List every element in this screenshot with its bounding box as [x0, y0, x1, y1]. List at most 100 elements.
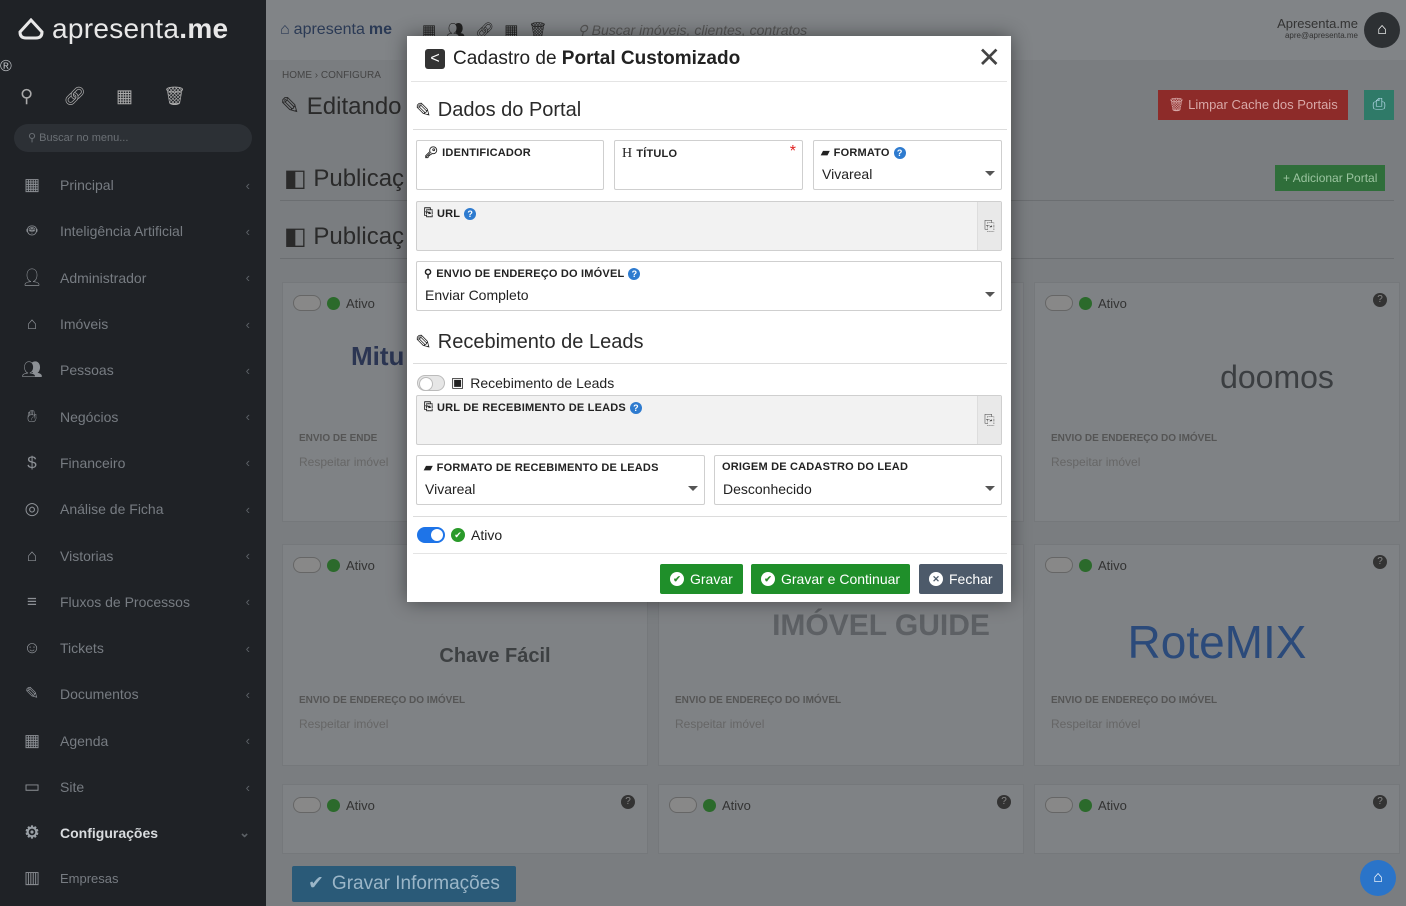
- sidebar-tools: ⚲ 🔗︎ ▦ 🗑︎: [0, 76, 266, 116]
- divider: [413, 516, 1007, 517]
- toggle-switch[interactable]: [1045, 797, 1073, 813]
- toggle-switch[interactable]: [293, 295, 321, 311]
- url-field[interactable]: ⎘ URL? ⎘: [416, 201, 1002, 251]
- envio-value: Enviar Completo: [425, 287, 529, 303]
- trash-icon[interactable]: 🗑︎: [163, 86, 186, 107]
- formato-leads-value: Vivareal: [425, 481, 476, 497]
- sidebar-search-placeholder: Buscar no menu...: [39, 132, 129, 144]
- help-icon[interactable]: ?: [1373, 293, 1387, 307]
- avatar[interactable]: ⌂: [1364, 12, 1400, 48]
- help-icon[interactable]: ?: [629, 401, 642, 414]
- toggle-switch[interactable]: [669, 797, 697, 813]
- toggle-switch[interactable]: [1045, 295, 1073, 311]
- url-leads-field[interactable]: ⎘ URL DE RECEBIMENTO DE LEADS? ⎘: [416, 395, 1002, 445]
- breadcrumb[interactable]: HOME › CONFIGURA: [282, 70, 381, 81]
- active-toggle[interactable]: Ativo: [1045, 797, 1127, 813]
- people-icon: 👥︎: [21, 360, 43, 380]
- help-icon[interactable]: ?: [628, 267, 641, 280]
- save-continue-button[interactable]: ✔ Gravar e Continuar: [751, 564, 911, 594]
- user-info[interactable]: Apresenta.me apre@apresenta.me: [1277, 16, 1358, 40]
- portal-card[interactable]: Ativo ?: [658, 784, 1024, 854]
- save-info-button[interactable]: ✔ Gravar Informações: [292, 866, 516, 902]
- active-toggle[interactable]: [417, 527, 445, 543]
- origem-lead-select[interactable]: ORIGEM DE CADASTRO DO LEAD Desconhecido: [714, 455, 1002, 505]
- portal-logo: IMÓVEL GUIDE: [772, 609, 990, 642]
- sidebar-item-documentos[interactable]: ✎ Documentos ‹: [0, 671, 266, 717]
- topbar-brand[interactable]: ⌂ apresenta me: [280, 21, 392, 39]
- sidebar-item-negocios[interactable]: ✋︎ Negócios ‹: [0, 393, 266, 439]
- origem-value: Desconhecido: [723, 481, 812, 497]
- sidebar-search-input[interactable]: ⚲ Buscar no menu...: [14, 124, 252, 152]
- check-circle-icon: [1079, 798, 1092, 812]
- leads-toggle[interactable]: [417, 374, 445, 391]
- active-toggle[interactable]: Ativo: [293, 557, 375, 573]
- active-label: Ativo: [346, 557, 375, 573]
- sidebar-item-vistorias[interactable]: ⌂ Vistorias ‹: [0, 532, 266, 578]
- copy-button[interactable]: ⎘: [977, 396, 1001, 444]
- clear-cache-label: Limpar Cache dos Portais: [1188, 97, 1338, 112]
- save-button[interactable]: ✔ Gravar: [660, 564, 743, 594]
- active-label: Ativo: [722, 797, 751, 813]
- chevron-down-icon: [985, 171, 995, 176]
- sidebar-item-fluxos[interactable]: ≡ Fluxos de Processos ‹: [0, 579, 266, 625]
- building-icon: ▥: [23, 868, 41, 888]
- print-button[interactable]: ⎙: [1364, 90, 1394, 120]
- sidebar-item-imoveis[interactable]: ⌂ Imóveis ‹: [0, 301, 266, 347]
- envio-endereco-select[interactable]: ⚲ ENVIO DE ENDEREÇO DO IMÓVEL? Enviar Com…: [416, 261, 1002, 311]
- gears-icon: ⚙: [24, 823, 40, 843]
- apresenta-logo-icon: [18, 18, 44, 40]
- portal-card[interactable]: Ativo ?: [1034, 784, 1400, 854]
- active-label: Ativo: [1098, 557, 1127, 573]
- close-icon[interactable]: ✕: [978, 44, 1001, 72]
- toggle-switch[interactable]: [1045, 557, 1073, 573]
- sidebar-item-label: Agenda: [60, 732, 109, 749]
- portal-logo: RoteMIX: [1127, 616, 1307, 668]
- search-icon[interactable]: ⚲: [20, 86, 33, 107]
- copy-button[interactable]: ⎘: [977, 202, 1001, 250]
- formato-select[interactable]: ▰ FORMATO? Vivareal: [813, 140, 1002, 190]
- calendar-icon[interactable]: ▦: [116, 86, 133, 107]
- sidebar-item-tickets[interactable]: ☺ Tickets ‹: [0, 625, 266, 671]
- sidebar-item-configuracoes[interactable]: ⚙ Configurações ⌄: [0, 810, 266, 856]
- help-icon[interactable]: ?: [1373, 555, 1387, 569]
- active-toggle[interactable]: Ativo: [293, 295, 375, 311]
- portal-card[interactable]: Ativo ? RoteMIX ENVIO DE ENDEREÇO DO IMÓ…: [1034, 544, 1400, 766]
- formato-leads-select[interactable]: ▰ FORMATO DE RECEBIMENTO DE LEADS Vivarea…: [416, 455, 705, 505]
- clear-cache-button[interactable]: 🗑︎ Limpar Cache dos Portais: [1158, 90, 1348, 120]
- close-button[interactable]: ✕ Fechar: [919, 564, 1003, 594]
- help-icon[interactable]: ?: [464, 207, 477, 220]
- toggle-switch[interactable]: [293, 797, 321, 813]
- sidebar-item-ia[interactable]: 🤖︎ Inteligência Artificial ‹: [0, 208, 266, 254]
- titulo-field[interactable]: H TÍTULO *: [614, 140, 803, 190]
- sidebar-item-pessoas[interactable]: 👥︎ Pessoas ‹: [0, 347, 266, 393]
- chevron-left-icon: ‹: [245, 548, 250, 564]
- toggle-switch[interactable]: [293, 557, 321, 573]
- sidebar-item-financeiro[interactable]: $ Financeiro ‹: [0, 440, 266, 486]
- sidebar-item-principal[interactable]: ▦ Principal ‹: [0, 162, 266, 208]
- help-icon[interactable]: ?: [1373, 795, 1387, 809]
- active-toggle[interactable]: Ativo: [293, 797, 375, 813]
- sidebar-item-administrador[interactable]: 👤︎ Administrador ‹: [0, 255, 266, 301]
- portal-card[interactable]: Ativo ? doomos ENVIO DE ENDEREÇO DO IMÓV…: [1034, 282, 1400, 522]
- active-toggle[interactable]: Ativo: [1045, 295, 1127, 311]
- url-label: URL: [437, 207, 461, 220]
- brand-logo[interactable]: apresenta .me: [0, 0, 266, 58]
- sidebar-item-analise-ficha[interactable]: ◎ Análise de Ficha ‹: [0, 486, 266, 532]
- add-portal-button[interactable]: + Adicionar Portal: [1275, 165, 1386, 191]
- map-marker-icon: ⚲: [424, 268, 433, 280]
- sidebar-item-site[interactable]: ▭ Site ‹: [0, 764, 266, 810]
- help-icon[interactable]: ?: [893, 146, 906, 159]
- sidebar-item-label: Fluxos de Processos: [60, 593, 190, 610]
- active-toggle[interactable]: Ativo: [669, 797, 751, 813]
- active-toggle[interactable]: Ativo: [1045, 557, 1127, 573]
- help-icon[interactable]: ?: [997, 795, 1011, 809]
- chevron-down-icon: [688, 486, 698, 491]
- help-icon[interactable]: ?: [621, 795, 635, 809]
- sidebar-item-empresas[interactable]: ▥ Empresas: [0, 856, 266, 900]
- identificador-field[interactable]: 🔑︎ IDENTIFICADOR: [416, 140, 604, 190]
- section-title: Recebimento de Leads: [437, 331, 644, 353]
- chat-fab-button[interactable]: ⌂: [1360, 860, 1396, 896]
- sidebar-item-agenda[interactable]: ▦ Agenda ‹: [0, 718, 266, 764]
- portal-card[interactable]: Ativo ?: [282, 784, 648, 854]
- link-icon[interactable]: 🔗︎: [63, 86, 86, 107]
